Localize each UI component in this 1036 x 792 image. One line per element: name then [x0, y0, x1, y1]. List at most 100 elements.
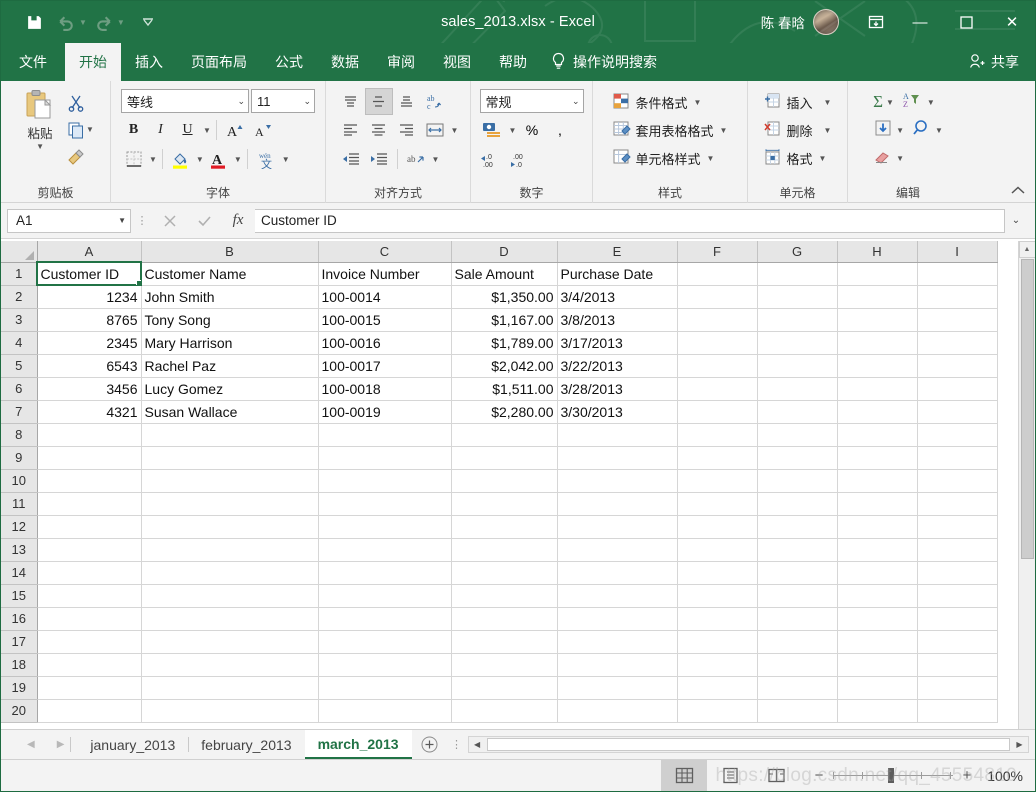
- cell-D6[interactable]: $1,511.00: [451, 377, 558, 401]
- select-all-corner[interactable]: [1, 241, 38, 263]
- cell-A7[interactable]: 4321: [37, 400, 142, 424]
- accounting-format-button[interactable]: [480, 118, 505, 143]
- row-header-4[interactable]: 4: [1, 331, 38, 355]
- merge-center-button[interactable]: ab: [403, 147, 429, 172]
- cell-G5[interactable]: [757, 354, 838, 378]
- cell-C16[interactable]: [318, 607, 452, 631]
- cell-D10[interactable]: [451, 469, 558, 493]
- cell-D1[interactable]: Sale Amount: [451, 262, 558, 286]
- column-header-f[interactable]: F: [677, 241, 758, 263]
- cell-A11[interactable]: [37, 492, 142, 516]
- font-family-combo[interactable]: 等线 ⌄: [121, 89, 249, 113]
- delete-cells-button[interactable]: 删除 ▼: [760, 117, 836, 143]
- row-header-9[interactable]: 9: [1, 446, 38, 470]
- cell-B3[interactable]: Tony Song: [141, 308, 319, 332]
- font-color-dropdown-icon[interactable]: ▼: [234, 155, 242, 164]
- zoom-level-label[interactable]: 100%: [981, 768, 1023, 784]
- middle-align-button[interactable]: [364, 87, 393, 115]
- shrink-font-button[interactable]: A: [250, 118, 276, 143]
- cell-A15[interactable]: [37, 584, 142, 608]
- row-header-2[interactable]: 2: [1, 285, 38, 309]
- cell-G14[interactable]: [757, 561, 838, 585]
- cell-G16[interactable]: [757, 607, 838, 631]
- cell-E16[interactable]: [557, 607, 678, 631]
- cell-D7[interactable]: $2,280.00: [451, 400, 558, 424]
- row-header-15[interactable]: 15: [1, 584, 38, 608]
- tab-home[interactable]: 开始: [65, 43, 121, 81]
- cell-I1[interactable]: [917, 262, 998, 286]
- align-right-button[interactable]: [394, 118, 420, 143]
- vertical-scroll-thumb[interactable]: [1020, 259, 1034, 559]
- column-header-c[interactable]: C: [318, 241, 452, 263]
- cell-H16[interactable]: [837, 607, 918, 631]
- phonetic-dropdown-icon[interactable]: ▼: [282, 155, 290, 164]
- copy-dropdown-icon[interactable]: ▼: [86, 125, 94, 134]
- cell-G19[interactable]: [757, 676, 838, 700]
- merge-center-dropdown-icon[interactable]: ▼: [432, 155, 440, 164]
- format-painter-button[interactable]: [65, 144, 96, 169]
- cell-I19[interactable]: [917, 676, 998, 700]
- font-size-combo[interactable]: 11 ⌄: [251, 89, 315, 113]
- cell-C14[interactable]: [318, 561, 452, 585]
- cell-B15[interactable]: [141, 584, 319, 608]
- tell-me-search[interactable]: 操作说明搜索: [551, 43, 657, 81]
- cell-D11[interactable]: [451, 492, 558, 516]
- cell-B16[interactable]: [141, 607, 319, 631]
- find-select-dropdown-icon[interactable]: ▼: [935, 126, 943, 135]
- paste-button[interactable]: 粘贴 ▼: [15, 86, 65, 151]
- percent-style-button[interactable]: %: [519, 118, 544, 143]
- next-sheet-icon[interactable]: ▶: [57, 739, 65, 750]
- cell-I9[interactable]: [917, 446, 998, 470]
- save-icon[interactable]: [19, 8, 49, 36]
- cell-I17[interactable]: [917, 630, 998, 654]
- row-header-20[interactable]: 20: [1, 699, 38, 723]
- cell-H17[interactable]: [837, 630, 918, 654]
- cell-D20[interactable]: [451, 699, 558, 723]
- cell-D2[interactable]: $1,350.00: [451, 285, 558, 309]
- row-header-10[interactable]: 10: [1, 469, 38, 493]
- clear-dropdown-icon[interactable]: ▼: [896, 154, 904, 163]
- expand-formula-bar-icon[interactable]: ⌄: [1005, 215, 1027, 226]
- row-header-16[interactable]: 16: [1, 607, 38, 631]
- cell-F20[interactable]: [677, 699, 758, 723]
- fill-color-button[interactable]: [168, 147, 193, 172]
- cell-C3[interactable]: 100-0015: [318, 308, 452, 332]
- cell-F6[interactable]: [677, 377, 758, 401]
- column-header-b[interactable]: B: [141, 241, 319, 263]
- cell-I14[interactable]: [917, 561, 998, 585]
- cell-F2[interactable]: [677, 285, 758, 309]
- cell-E10[interactable]: [557, 469, 678, 493]
- insert-cells-button[interactable]: 插入 ▼: [760, 89, 836, 115]
- cell-H19[interactable]: [837, 676, 918, 700]
- cell-A19[interactable]: [37, 676, 142, 700]
- cell-I3[interactable]: [917, 308, 998, 332]
- cell-B8[interactable]: [141, 423, 319, 447]
- italic-button[interactable]: I: [148, 118, 173, 143]
- cell-I7[interactable]: [917, 400, 998, 424]
- cell-E17[interactable]: [557, 630, 678, 654]
- fill-dropdown-icon[interactable]: ▼: [896, 126, 904, 135]
- cell-I2[interactable]: [917, 285, 998, 309]
- cell-D16[interactable]: [451, 607, 558, 631]
- cell-F12[interactable]: [677, 515, 758, 539]
- sort-filter-dropdown-icon[interactable]: ▼: [927, 98, 935, 107]
- font-color-button[interactable]: A: [206, 147, 231, 172]
- formula-bar-handle[interactable]: ⋮: [131, 214, 153, 227]
- cell-B18[interactable]: [141, 653, 319, 677]
- cell-A17[interactable]: [37, 630, 142, 654]
- redo-icon[interactable]: [89, 8, 119, 36]
- add-sheet-button[interactable]: [412, 730, 448, 759]
- column-header-i[interactable]: I: [917, 241, 998, 263]
- format-cells-button[interactable]: 格式 ▼: [760, 145, 836, 171]
- cell-D13[interactable]: [451, 538, 558, 562]
- cell-B19[interactable]: [141, 676, 319, 700]
- cell-I8[interactable]: [917, 423, 998, 447]
- cell-I16[interactable]: [917, 607, 998, 631]
- cell-B11[interactable]: [141, 492, 319, 516]
- formula-input[interactable]: Customer ID: [255, 208, 1005, 233]
- cell-H1[interactable]: [837, 262, 918, 286]
- cell-F8[interactable]: [677, 423, 758, 447]
- cell-G12[interactable]: [757, 515, 838, 539]
- cell-D3[interactable]: $1,167.00: [451, 308, 558, 332]
- cell-G11[interactable]: [757, 492, 838, 516]
